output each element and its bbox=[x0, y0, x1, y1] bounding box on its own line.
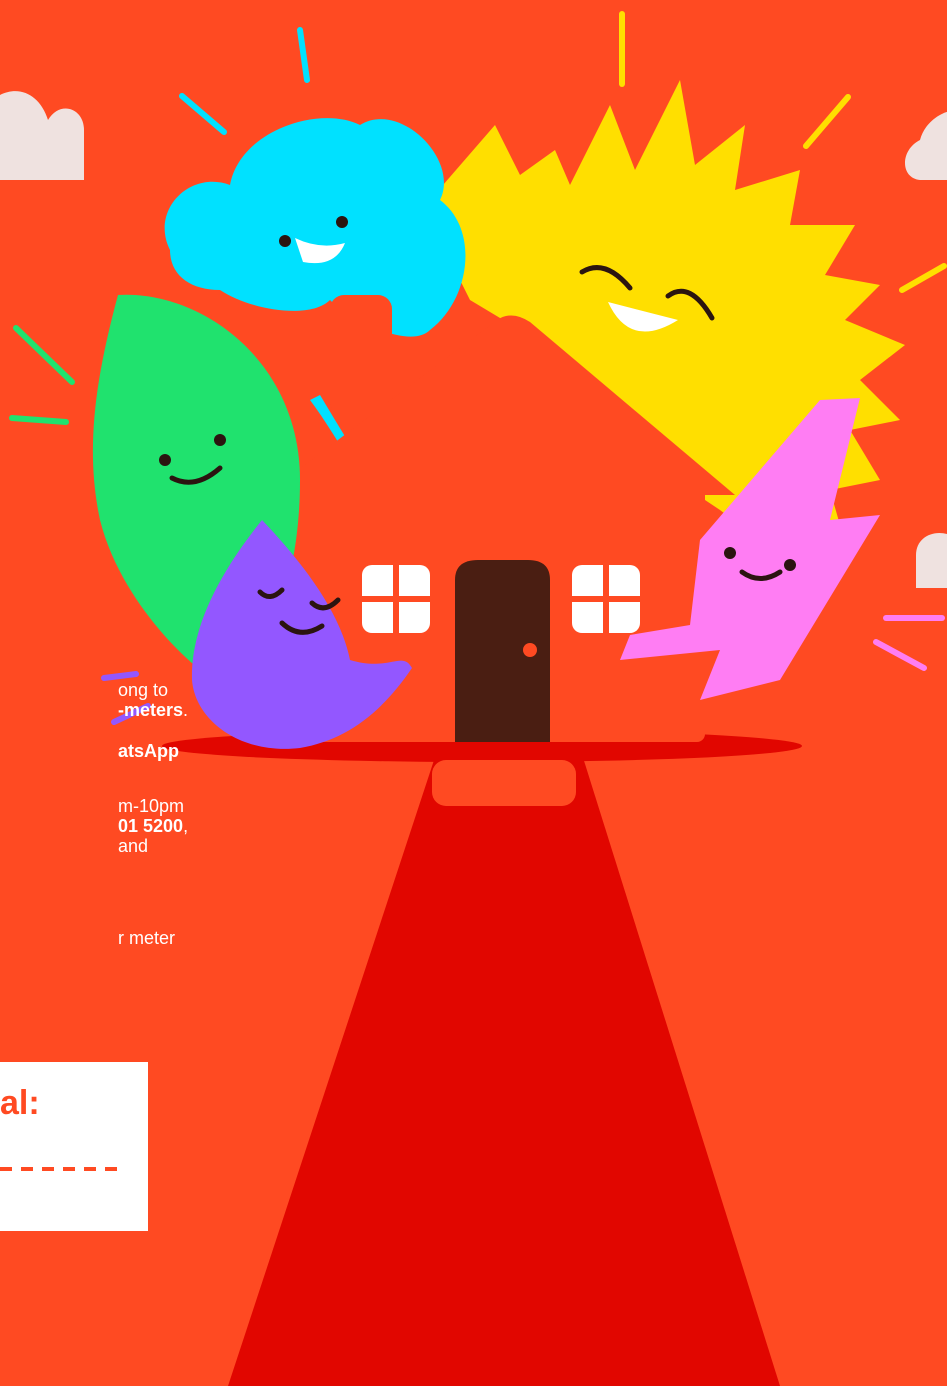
text-line-5: 01 5200, bbox=[118, 816, 188, 836]
card-dashed-line bbox=[0, 1167, 120, 1171]
path-step bbox=[432, 760, 576, 806]
white-card: al: bbox=[0, 1062, 148, 1231]
text-line-2: -meters. bbox=[118, 700, 188, 720]
card-heading: al: bbox=[0, 1084, 40, 1122]
text-line-5-suffix: , bbox=[183, 816, 189, 836]
text-line-1: ong to bbox=[118, 680, 169, 700]
text-line-2-suffix: . bbox=[183, 700, 189, 720]
text-line-4: m-10pm bbox=[118, 796, 185, 816]
text-line-7: r meter bbox=[118, 928, 176, 948]
text-line-5-bold: 01 5200 bbox=[118, 816, 184, 836]
text-line-3: atsApp bbox=[118, 741, 180, 761]
red-path bbox=[228, 748, 780, 1386]
text-line-6: and bbox=[118, 836, 149, 856]
text-line-2-bold: -meters bbox=[118, 700, 184, 720]
